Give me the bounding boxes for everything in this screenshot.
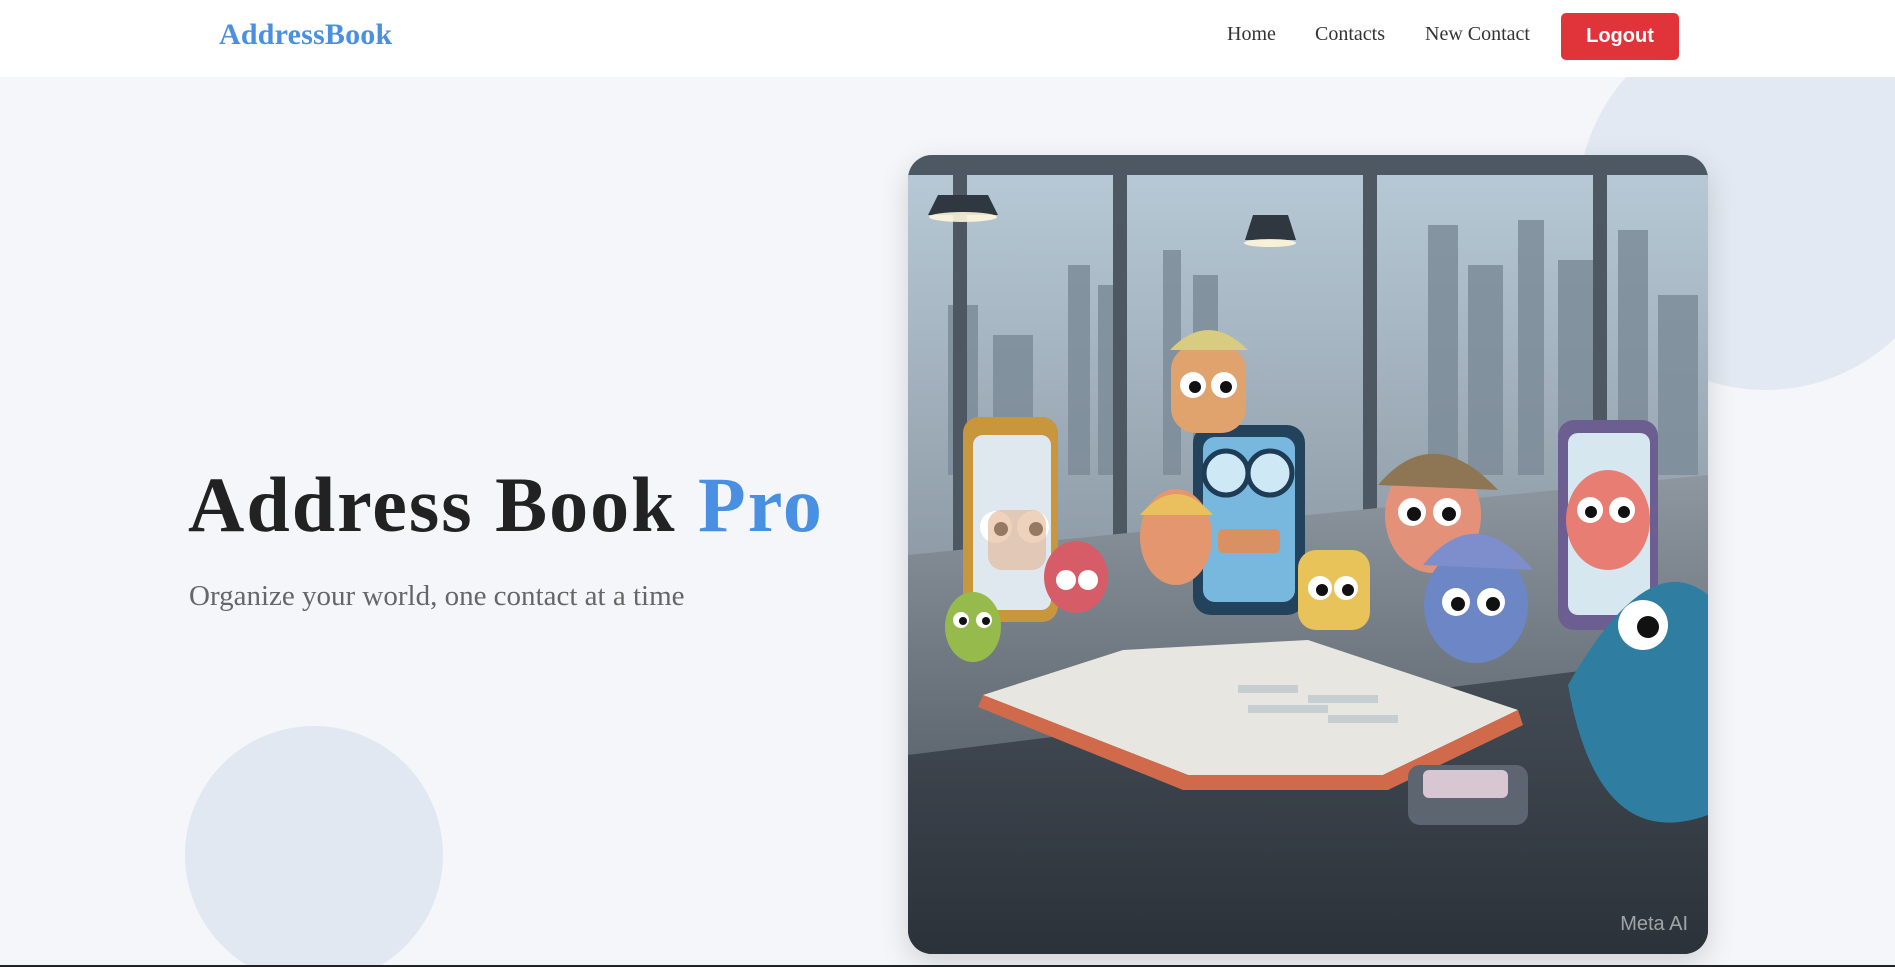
nav-link-new-contact[interactable]: New Contact: [1425, 23, 1530, 46]
hero-title: Address Book Pro: [188, 460, 824, 550]
hero-title-accent: Pro: [698, 461, 824, 548]
decorative-circle-bottom-left: [185, 726, 443, 967]
nav-link-home[interactable]: Home: [1227, 23, 1276, 46]
hero-title-main: Address Book: [188, 461, 699, 548]
nav-link-contacts[interactable]: Contacts: [1315, 23, 1385, 46]
hero-illustration: Meta AI: [908, 155, 1708, 954]
image-watermark: Meta AI: [1620, 913, 1688, 935]
hero-subtitle: Organize your world, one contact at a ti…: [189, 580, 685, 612]
logout-button[interactable]: Logout: [1561, 13, 1679, 60]
page: AddressBook Home Contacts New Contact Lo…: [0, 0, 1895, 967]
brand-logo-link[interactable]: AddressBook: [219, 18, 392, 52]
hero-illustration-graphic: [908, 155, 1708, 954]
navbar: AddressBook Home Contacts New Contact Lo…: [0, 0, 1895, 77]
